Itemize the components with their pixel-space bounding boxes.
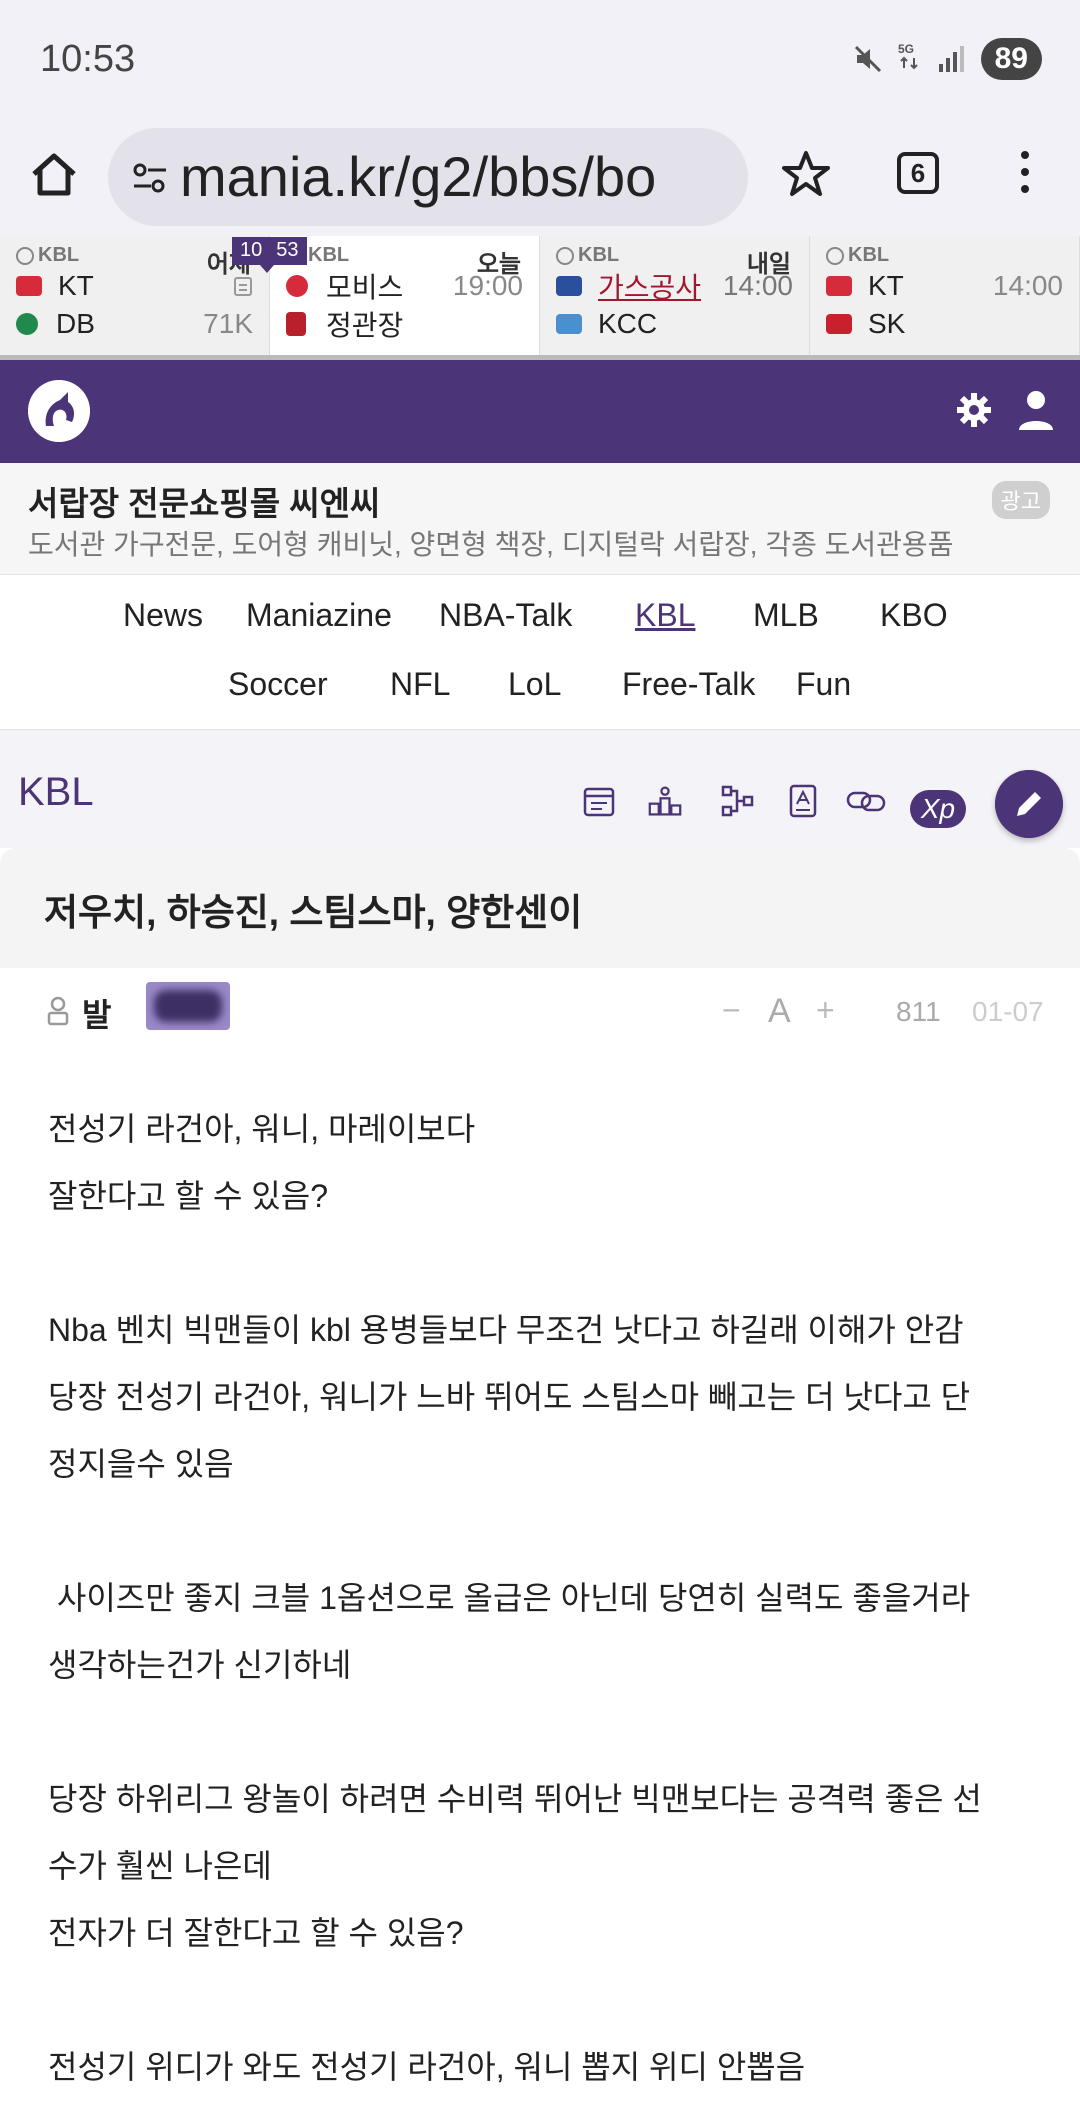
signal-icon	[938, 46, 964, 72]
team-logo	[556, 276, 582, 296]
address-bar[interactable]: mania.kr/g2/bbs/bo	[108, 128, 748, 226]
redacted-name-blur	[146, 982, 230, 1030]
board-title[interactable]: KBL	[18, 770, 94, 815]
xp-button[interactable]: Xp	[910, 790, 966, 828]
post-body: 전성기 라건아, 워니, 마레이보다 잘한다고 할 수 있음? Nba 벤치 빅…	[48, 1096, 1048, 2101]
nav-item-free-talk[interactable]: Free-Talk	[622, 666, 755, 703]
body-line: 잘한다고 할 수 있음?	[48, 1178, 328, 1214]
view-count: 811	[896, 996, 941, 1027]
home-icon[interactable]	[28, 148, 80, 200]
body-line: 전자가 더 잘한다고 할 수 있음?	[48, 1915, 464, 1951]
site-header	[0, 360, 1080, 463]
nav-item-nfl[interactable]: NFL	[390, 666, 450, 703]
write-pencil-icon[interactable]	[995, 770, 1063, 838]
body-line	[48, 1699, 1048, 1766]
bookmark-star-icon[interactable]	[780, 148, 832, 200]
author-name[interactable]: 발	[82, 990, 111, 1036]
team-row: KT 14:00	[826, 267, 1063, 305]
ad-title: 서랍장 전문쇼핑몰 씨엔씨	[28, 485, 381, 522]
site-settings-icon[interactable]	[130, 158, 170, 198]
url-text: mania.kr/g2/bbs/bo	[180, 145, 657, 208]
font-decrease-button[interactable]: −	[722, 992, 741, 1029]
user-icon[interactable]	[1016, 388, 1056, 432]
game-card[interactable]: KBL KT 14:00 SK	[810, 236, 1080, 355]
team-row: KCC	[556, 305, 793, 343]
team-logo	[826, 314, 852, 334]
body-line	[48, 1230, 1048, 1297]
battery-indicator: 89	[980, 38, 1042, 80]
nav-item-fun[interactable]: Fun	[796, 666, 851, 703]
font-increase-button[interactable]: +	[816, 992, 835, 1029]
team-logo	[16, 313, 38, 335]
body-line: 생각하는건가 신기하네	[48, 1647, 352, 1683]
post-title: 저우치, 하승진, 스팀스마, 양한센이	[44, 892, 583, 933]
post-date: 01-07	[972, 996, 1044, 1027]
ad-badge: 광고	[991, 481, 1050, 519]
body-line: 당장 하위리그 왕놀이 하려면 수비력 뛰어난 빅맨보다는 공격력 좋은 선	[48, 1781, 982, 1817]
team-logo	[556, 314, 582, 334]
game-when: 내일	[746, 251, 791, 278]
team-row: 정관장	[286, 305, 523, 343]
game-card[interactable]: KBL 내일 가스공사 14:00 KCC	[540, 236, 810, 355]
game-when: 오늘	[476, 251, 521, 278]
team-row: DB 71K	[16, 305, 253, 343]
post-header: 저우치, 하승진, 스팀스마, 양한센이	[0, 848, 1080, 968]
body-line: Nba 벤치 빅맨들이 kbl 용병들보다 무조건 낫다고 하길래 이해가 안감	[48, 1312, 964, 1348]
site-logo[interactable]	[28, 380, 90, 442]
5g-icon: 5G	[897, 40, 923, 79]
basketball-icon	[16, 246, 34, 265]
ranking-icon[interactable]	[648, 784, 682, 818]
post-meta: 발 − A + 811 01-07	[0, 968, 1080, 1050]
basketball-icon	[556, 246, 574, 265]
nav-item-nba-talk[interactable]: NBA-Talk	[439, 597, 572, 634]
svg-text:5G: 5G	[898, 42, 914, 56]
ad-description: 도서관 가구전문, 도어형 캐비닛, 양면형 책장, 디지털락 서랍장, 각종 …	[28, 529, 954, 560]
body-line: 전성기 위디가 와도 전성기 라건아, 워니 뽑지 위디 안뽑음	[48, 2049, 806, 2085]
game-card[interactable]: KBL 어제 KT DB 71K	[0, 236, 270, 355]
more-menu-icon[interactable]	[1010, 146, 1040, 206]
body-line: 사이즈만 좋지 크블 1옵션으로 올급은 아닌데 당연히 실력도 좋을거라	[48, 1580, 971, 1616]
calendar-icon[interactable]	[582, 784, 616, 818]
bracket-icon[interactable]	[720, 784, 754, 818]
notice-badge: 10 53	[232, 237, 307, 273]
link-icon[interactable]	[846, 784, 886, 818]
member-level-icon	[47, 996, 69, 1026]
ad-banner[interactable]: 서랍장 전문쇼핑몰 씨엔씨 도서관 가구전문, 도어형 캐비닛, 양면형 책장,…	[0, 463, 1080, 575]
tab-switcher-button[interactable]: 6	[897, 152, 939, 194]
nav-item-news[interactable]: News	[123, 597, 203, 634]
team-row: SK	[826, 305, 1063, 343]
status-icons: 5G 89	[853, 38, 1042, 80]
nav-item-kbl[interactable]: KBL	[635, 597, 695, 634]
team-logo	[286, 275, 308, 297]
team-logo	[826, 276, 852, 296]
body-line	[48, 1967, 1048, 2034]
nav-item-soccer[interactable]: Soccer	[228, 666, 328, 703]
team-logo	[286, 312, 306, 336]
body-line: 전성기 라건아, 워니, 마레이보다	[48, 1111, 476, 1147]
browser-toolbar: mania.kr/g2/bbs/bo 6	[0, 118, 1080, 236]
nav-item-mlb[interactable]: MLB	[753, 597, 819, 634]
game-card[interactable]: KBL 오늘 모비스 19:00 정관장	[270, 236, 540, 355]
nav-item-kbo[interactable]: KBO	[880, 597, 948, 634]
nav-item-lol[interactable]: LoL	[508, 666, 561, 703]
basketball-icon	[826, 246, 844, 265]
body-line: 정지을수 있음	[48, 1446, 234, 1482]
status-time: 10:53	[40, 38, 136, 80]
gear-icon[interactable]	[954, 390, 994, 430]
score-strip: KBL 어제 KT DB 71K KBL 오늘 모비스 19:00 정관장 KB…	[0, 236, 1080, 360]
main-nav: News Maniazine NBA-Talk KBL MLB KBO Socc…	[0, 575, 1080, 730]
font-size-label: A	[768, 992, 791, 1030]
board-toolbar: KBL Xp	[0, 730, 1080, 848]
status-bar: 10:53 5G 89	[0, 0, 1080, 118]
body-line: 수가 훨씬 나은데	[48, 1848, 272, 1884]
body-line	[48, 1498, 1048, 1565]
mute-icon	[854, 45, 881, 73]
body-line: 당장 전성기 라건아, 워니가 느바 뛰어도 스팀스마 빼고는 더 낫다고 단	[48, 1379, 971, 1415]
nav-item-maniazine[interactable]: Maniazine	[246, 597, 392, 634]
document-icon[interactable]	[786, 784, 820, 818]
team-logo	[16, 276, 42, 296]
